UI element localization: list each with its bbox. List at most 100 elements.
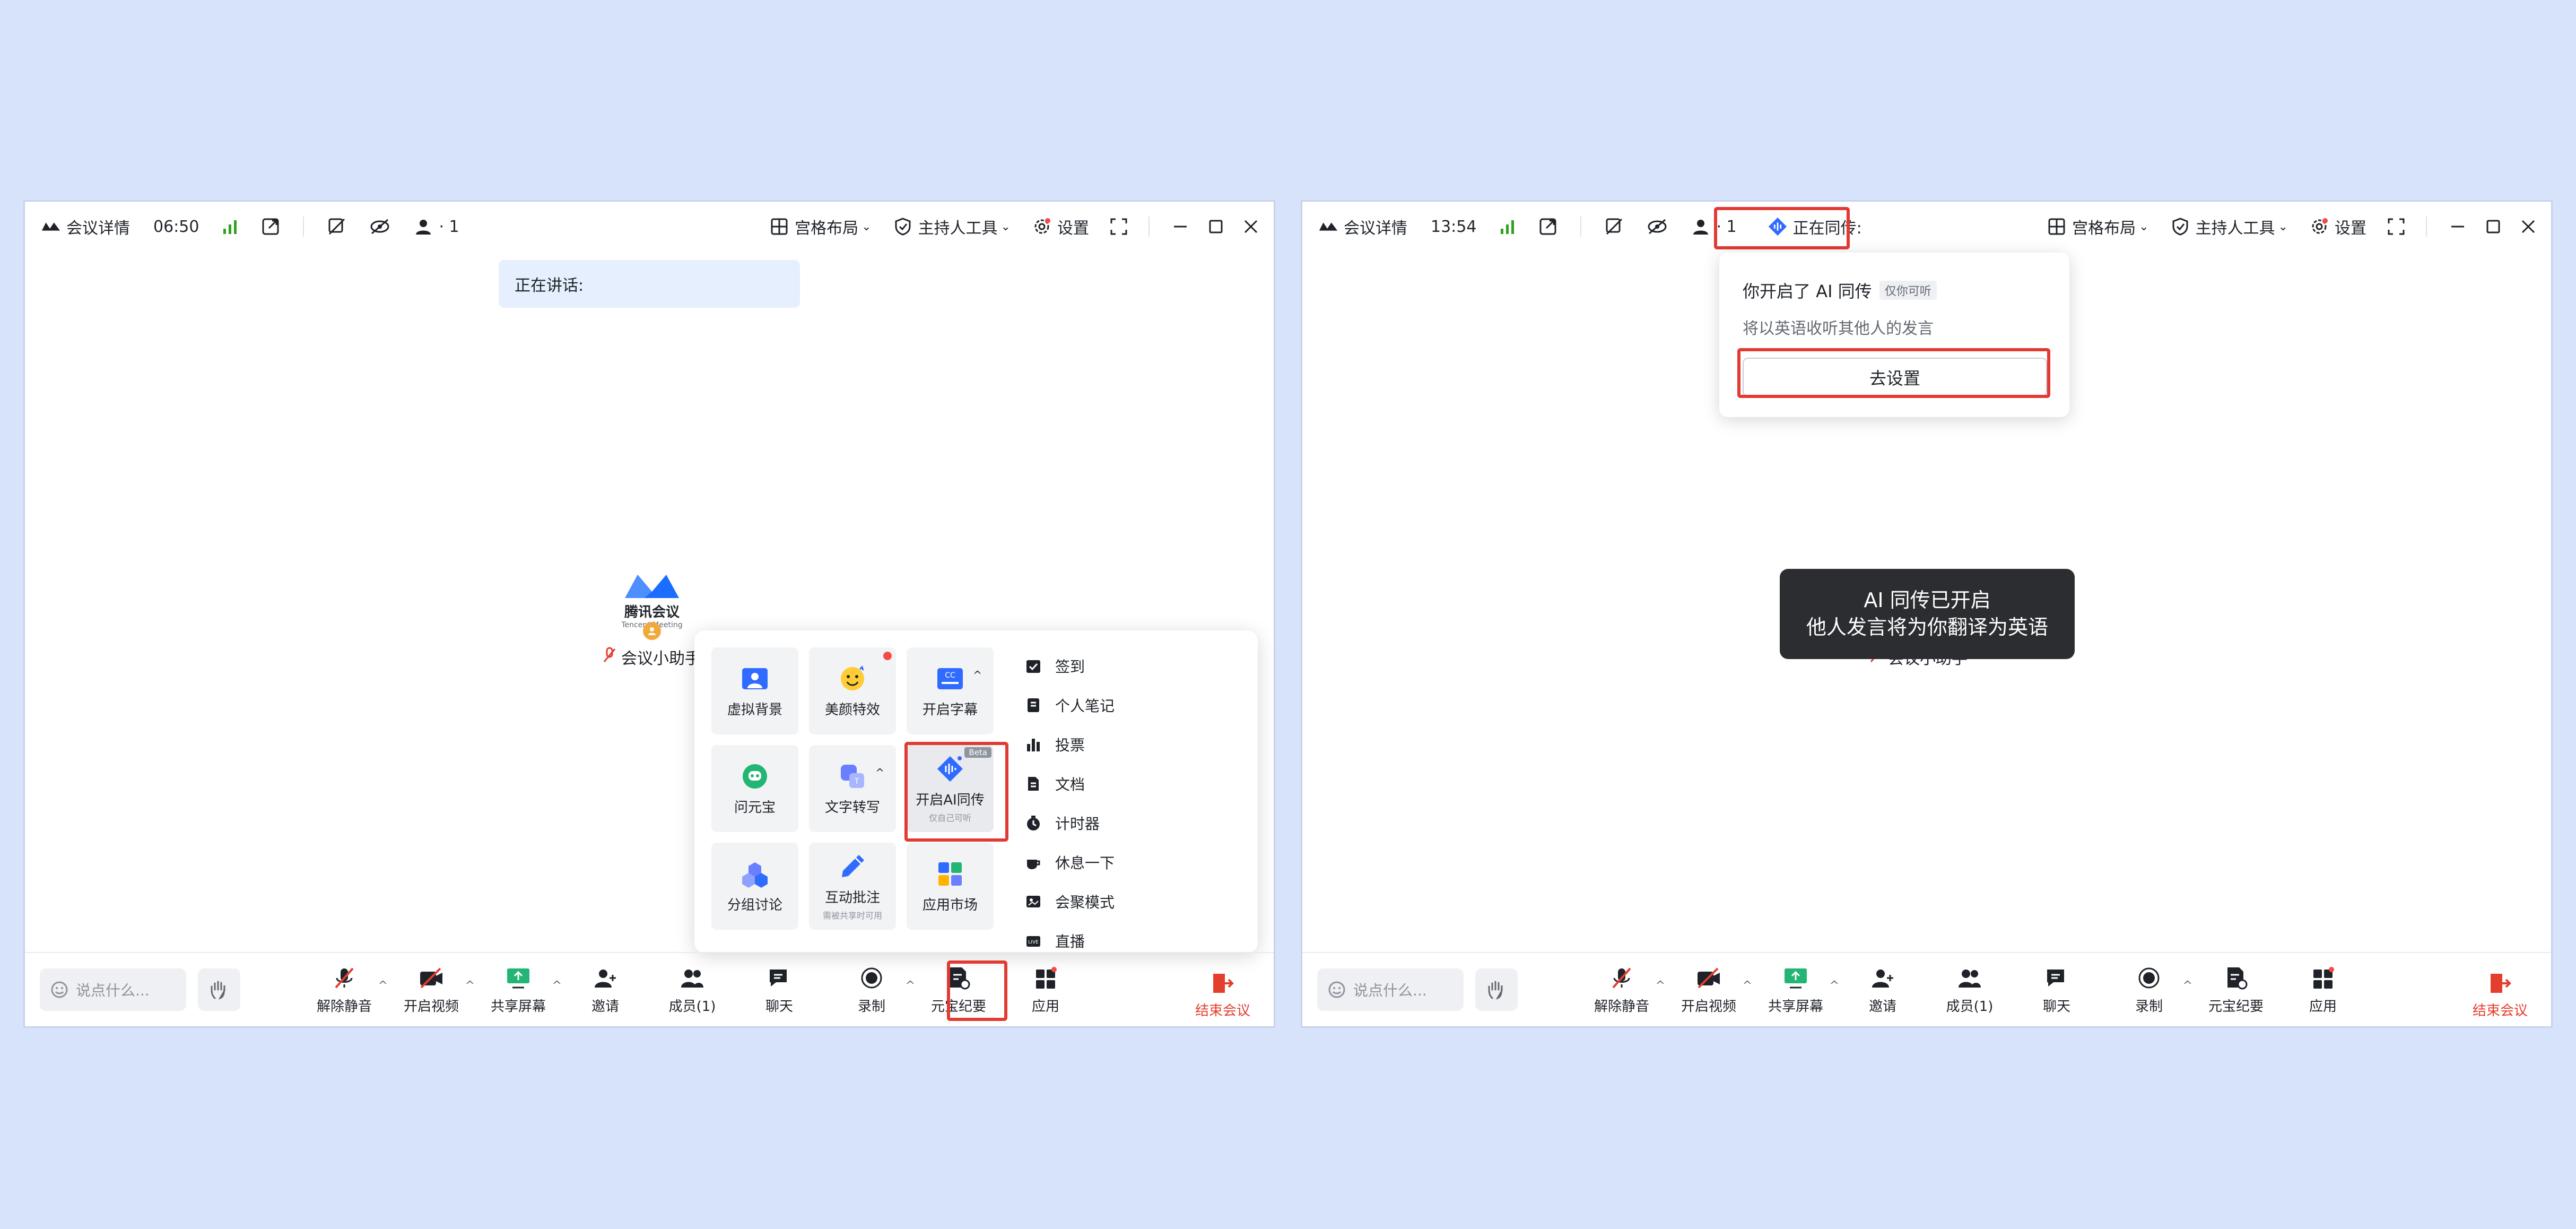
breakout-rooms-tile[interactable]: 分组讨论 (711, 843, 798, 930)
chat-button[interactable]: 聊天 (736, 957, 823, 1023)
tile-label: 应用市场 (922, 897, 978, 913)
settings-button[interactable]: 设置 (2309, 215, 2366, 238)
unmute-button[interactable]: 解除静音 ^ (301, 957, 388, 1023)
say-something-input[interactable]: 说点什么... (40, 968, 186, 1011)
notification-dot (883, 652, 892, 660)
record-button[interactable]: 录制 ^ (2105, 957, 2192, 1023)
network-signal-icon[interactable] (1500, 219, 1516, 234)
chevron-up-icon[interactable]: ^ (378, 979, 388, 992)
layout-label: 宫格布局 (2072, 219, 2136, 238)
grid-layout-button[interactable]: 宫格布局 ⌄ (2047, 215, 2149, 238)
grid-layout-button[interactable]: 宫格布局 ⌄ (769, 215, 872, 238)
participant-tile[interactable]: 腾讯会议 Tencent Meeting 会议小助手 (603, 562, 701, 669)
speaking-indicator: 正在讲话: (499, 260, 800, 308)
captions-tile[interactable]: ^ CC 开启字幕 (907, 647, 994, 734)
chevron-up-icon[interactable]: ^ (1830, 979, 1839, 992)
say-something-input[interactable]: 说点什么... (1317, 968, 1464, 1011)
gallery-icon (1023, 892, 1043, 912)
settings-button[interactable]: 设置 (1032, 215, 1089, 238)
coffee-icon (1023, 852, 1043, 872)
chevron-up-icon[interactable]: ^ (2183, 979, 2192, 992)
ask-yuanbao-tile[interactable]: 问元宝 (711, 745, 798, 832)
participants-indicator[interactable]: · 1 (413, 217, 459, 237)
beauty-effects-tile[interactable]: 美颜特效 (809, 647, 896, 734)
fullscreen-icon[interactable] (1110, 218, 1127, 235)
share-screen-button[interactable]: 共享屏幕 ^ (475, 957, 562, 1023)
document-item[interactable]: 文档 (1023, 764, 1115, 803)
invite-button[interactable]: 邀请 (562, 957, 649, 1023)
raise-hand-button[interactable] (1475, 968, 1518, 1011)
close-icon[interactable] (2521, 220, 2535, 233)
tile-label: 互动批注 (824, 889, 880, 906)
end-meeting-button[interactable]: 结束会议 (1195, 970, 1250, 1019)
maximize-icon[interactable] (1209, 220, 1223, 233)
start-video-button[interactable]: 开启视频 ^ (388, 957, 475, 1023)
personal-notes-item[interactable]: 个人笔记 (1023, 686, 1115, 725)
record-button[interactable]: 录制 ^ (828, 957, 915, 1023)
apps-button[interactable]: 应用 (2279, 957, 2366, 1023)
meeting-window-right: 会议详情 13:54 · 1 正在同传: 宫格布局 ⌄ 主持人工具 ⌄ 设置 你… (1301, 200, 2553, 1028)
meeting-info-button[interactable]: 会议详情 (1318, 215, 1407, 238)
annotation-tile[interactable]: 互动批注 需被共享时可用 (809, 843, 896, 930)
record-icon (858, 965, 885, 991)
share-screen-icon (505, 965, 532, 991)
record-icon (2136, 965, 2162, 991)
meeting-info-button[interactable]: 会议详情 (41, 215, 130, 238)
chevron-up-icon[interactable]: ^ (1743, 979, 1752, 992)
host-tools-button[interactable]: 主持人工具 ⌄ (893, 215, 1011, 238)
chat-button[interactable]: 聊天 (2013, 957, 2100, 1023)
chevron-up-icon[interactable]: ^ (906, 979, 915, 992)
tool-label: 邀请 (591, 998, 619, 1015)
ai-interpretation-highlight (904, 742, 1008, 842)
app-market-tile[interactable]: 应用市场 (907, 843, 994, 930)
gear-icon (1032, 217, 1052, 237)
layout-label: 宫格布局 (795, 219, 859, 238)
yuanbao-summary-button[interactable]: 元宝纪要 (2192, 957, 2279, 1023)
unmute-button[interactable]: 解除静音 ^ (1578, 957, 1665, 1023)
list-item-label: 个人笔记 (1055, 697, 1115, 715)
list-item-label: 投票 (1055, 737, 1085, 754)
chevron-up-icon[interactable]: ^ (1656, 979, 1665, 992)
meeting-time: 13:54 (1431, 217, 1477, 236)
close-icon[interactable] (1244, 220, 1258, 233)
popout-icon[interactable] (262, 218, 280, 236)
minimize-icon[interactable] (2450, 219, 2465, 234)
virtual-background-tile[interactable]: 虚拟背景 (711, 647, 798, 734)
members-button[interactable]: 成员(1) (649, 957, 736, 1023)
chevron-up-icon[interactable]: ^ (465, 979, 475, 992)
start-video-button[interactable]: 开启视频 ^ (1665, 957, 1752, 1023)
title-separator (1148, 217, 1150, 237)
hide-self-icon[interactable] (1647, 219, 1667, 235)
chevron-up-icon: ^ (875, 766, 884, 779)
break-item[interactable]: 休息一下 (1023, 843, 1115, 882)
annotation-off-icon[interactable] (1605, 217, 1624, 236)
video-off-icon (1695, 965, 1722, 991)
popout-icon[interactable] (1539, 218, 1557, 236)
members-button[interactable]: 成员(1) (1926, 957, 2013, 1023)
annotation-off-icon[interactable] (327, 217, 346, 236)
checkin-item[interactable]: 签到 (1023, 646, 1115, 686)
transcription-tile[interactable]: ^ T 文字转写 (809, 745, 896, 832)
timer-item[interactable]: 计时器 (1023, 803, 1115, 843)
svg-text:CC: CC (945, 671, 955, 680)
gathering-mode-item[interactable]: 会聚模式 (1023, 882, 1115, 921)
raise-hand-button[interactable] (198, 968, 240, 1011)
host-tools-button[interactable]: 主持人工具 ⌄ (2170, 215, 2288, 238)
hide-self-icon[interactable] (370, 219, 390, 235)
tool-label: 应用 (1031, 998, 1059, 1015)
invite-button[interactable]: 邀请 (1839, 957, 1926, 1023)
tool-label: 共享屏幕 (1768, 998, 1823, 1015)
maximize-icon[interactable] (2486, 220, 2500, 233)
meeting-time: 06:50 (153, 217, 199, 236)
fullscreen-icon[interactable] (2388, 218, 2405, 235)
timer-icon (1023, 813, 1043, 833)
end-meeting-button[interactable]: 结束会议 (2473, 970, 2528, 1019)
vote-item[interactable]: 投票 (1023, 725, 1115, 764)
apps-button[interactable]: 应用 (1002, 957, 1089, 1023)
tile-label: 美颜特效 (824, 702, 880, 718)
chevron-up-icon[interactable]: ^ (552, 979, 562, 992)
share-screen-button[interactable]: 共享屏幕 ^ (1752, 957, 1839, 1023)
network-signal-icon[interactable] (222, 219, 238, 234)
minimize-icon[interactable] (1173, 219, 1188, 234)
meeting-tools: 解除静音 ^ 开启视频 ^ 共享屏幕 ^ 邀请 成员(1) 聊天 录制 ^ 元宝… (1578, 953, 2366, 1026)
